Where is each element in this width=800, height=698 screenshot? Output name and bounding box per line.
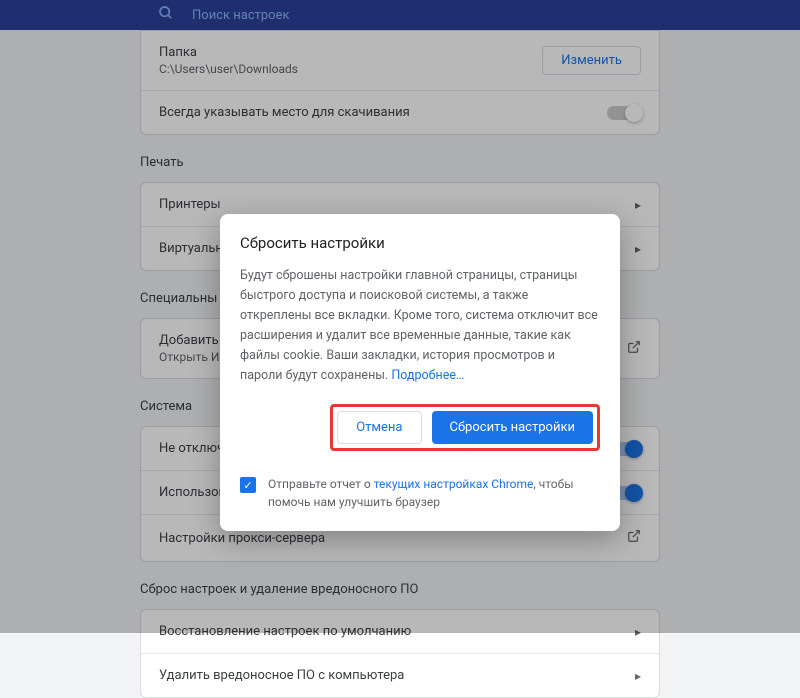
- cancel-button[interactable]: Отмена: [337, 411, 421, 444]
- remove-malware-row[interactable]: Удалить вредоносное ПО с компьютера ▸: [141, 654, 659, 697]
- dialog-body: Будут сброшены настройки главной страниц…: [240, 266, 600, 386]
- dialog-title: Сбросить настройки: [240, 234, 600, 252]
- current-settings-link[interactable]: текущих настройках Chrome: [374, 477, 534, 491]
- reset-confirm-button[interactable]: Сбросить настройки: [432, 411, 593, 444]
- annotation-highlight: Отмена Сбросить настройки: [330, 404, 600, 451]
- send-report-row[interactable]: ✓ Отправьте отчет о текущих настройках C…: [240, 471, 600, 511]
- reset-dialog: Сбросить настройки Будут сброшены настро…: [220, 214, 620, 531]
- chevron-right-icon: ▸: [635, 669, 641, 683]
- learn-more-link[interactable]: Подробнее…: [391, 368, 464, 383]
- report-checkbox[interactable]: ✓: [240, 477, 256, 493]
